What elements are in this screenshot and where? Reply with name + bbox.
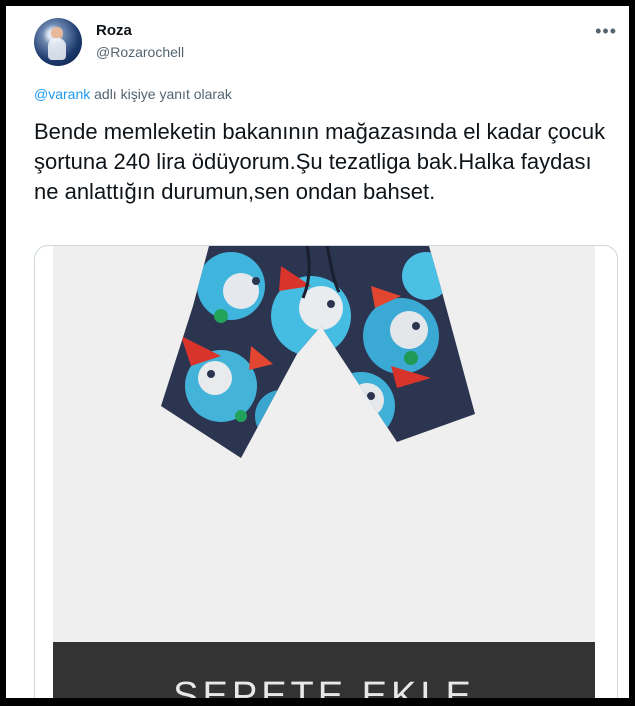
- reply-context: @varank adlı kişiye yanıt olarak: [34, 86, 232, 102]
- avatar[interactable]: [34, 18, 82, 66]
- display-name[interactable]: Roza: [96, 22, 132, 39]
- tweet-frame: Roza @Rozarochell ••• @varank adlı kişiy…: [6, 6, 629, 698]
- mention-link[interactable]: @varank: [34, 86, 90, 102]
- media-card[interactable]: SEPETE EKLE: [34, 245, 618, 698]
- add-to-cart-button: SEPETE EKLE: [53, 642, 595, 698]
- tweet-text: Bende memleketin bakanının mağazasında e…: [34, 119, 606, 204]
- patterned-kids-shorts-image: [161, 246, 475, 458]
- user-handle[interactable]: @Rozarochell: [96, 44, 184, 60]
- product-photo[interactable]: SEPETE EKLE: [53, 246, 595, 698]
- more-horizontal-icon[interactable]: •••: [595, 21, 617, 42]
- reply-context-text: adlı kişiye yanıt olarak: [90, 86, 232, 102]
- avatar-figure: [48, 38, 66, 60]
